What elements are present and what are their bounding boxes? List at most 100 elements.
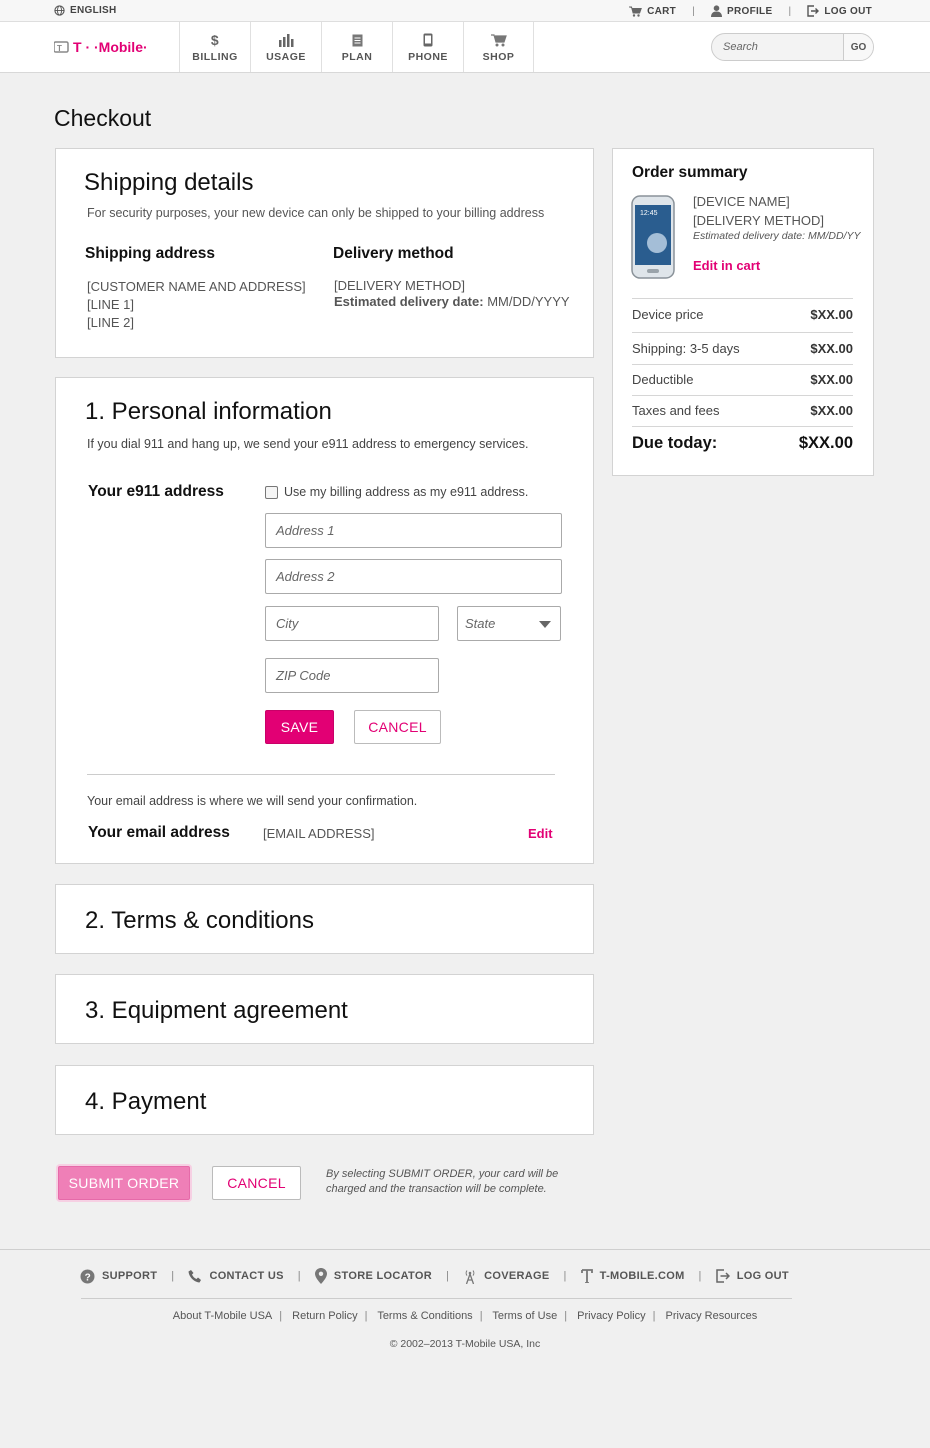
equipment-title: 3. Equipment agreement <box>85 997 348 1024</box>
estimated-delivery-value: MM/DD/YYYY <box>487 294 570 309</box>
address-line: [LINE 2] <box>87 315 134 330</box>
payment-title: 4. Payment <box>85 1088 207 1115</box>
cart-label: CART <box>647 5 677 17</box>
zip-input[interactable]: ZIP Code <box>265 658 439 693</box>
legal-link-return-policy[interactable]: Return Policy <box>292 1310 357 1322</box>
chevron-down-icon <box>539 621 551 628</box>
edit-email-link[interactable]: Edit <box>528 826 553 841</box>
separator: | <box>564 1310 568 1322</box>
profile-label: PROFILE <box>727 5 773 17</box>
shipping-address-heading: Shipping address <box>85 245 216 262</box>
use-billing-checkbox[interactable] <box>265 485 278 499</box>
telephone-icon <box>188 1270 202 1283</box>
summary-row-label: Deductible <box>632 372 694 387</box>
separator: | <box>364 1310 368 1322</box>
tmobile-t-icon <box>580 1269 593 1283</box>
address-line: [LINE 1] <box>87 297 134 312</box>
separator: | <box>171 1270 175 1282</box>
summary-row-amount: $XX.00 <box>810 372 853 387</box>
separator: | <box>698 1270 702 1282</box>
separator: | <box>652 1310 656 1322</box>
legal-link-terms-of-use[interactable]: Terms of Use <box>492 1310 557 1322</box>
summary-estimated-delivery: Estimated delivery date: MM/DD/YY <box>693 230 861 242</box>
address1-input[interactable]: Address 1 <box>265 513 562 548</box>
nav-shop[interactable]: SHOP <box>463 22 534 72</box>
nav-usage-label: USAGE <box>266 51 306 63</box>
nav-billing-label: BILLING <box>192 51 238 63</box>
summary-row: Shipping: 3-5 days $XX.00 <box>632 341 853 356</box>
cart-icon <box>629 6 643 17</box>
document-icon <box>352 32 363 48</box>
summary-row-label: Shipping: 3-5 days <box>632 341 740 356</box>
cancel-e911-button[interactable]: CANCEL <box>354 710 441 744</box>
footer-store-locator-link[interactable]: STORE LOCATOR <box>314 1268 432 1284</box>
svg-text:T · ·Mobile·: T · ·Mobile· <box>73 39 148 55</box>
nav-plan[interactable]: PLAN <box>321 22 392 72</box>
legal-link-about[interactable]: About T-Mobile USA <box>173 1310 272 1322</box>
equipment-section[interactable]: 3. Equipment agreement <box>55 974 594 1044</box>
nav-usage[interactable]: USAGE <box>250 22 321 72</box>
footer-logout-link[interactable]: LOG OUT <box>715 1269 789 1283</box>
legal-link-privacy-policy[interactable]: Privacy Policy <box>577 1310 645 1322</box>
shipping-address-value: [CUSTOMER NAME AND ADDRESS] [LINE 1] [LI… <box>87 278 306 332</box>
personal-info-title: 1. Personal information <box>85 398 332 425</box>
dollar-icon: $ <box>210 32 220 48</box>
footer-contact-link[interactable]: CONTACT US <box>188 1269 283 1283</box>
state-placeholder: State <box>465 616 496 631</box>
address2-input[interactable]: Address 2 <box>265 559 562 594</box>
main-header: T T · ·Mobile· $ BILLING USAGE PLAN PHON… <box>0 22 930 73</box>
separator: | <box>788 5 792 17</box>
search-box: GO <box>711 33 874 61</box>
city-placeholder: City <box>276 616 299 631</box>
svg-text:T: T <box>57 44 62 53</box>
personal-info-card: 1. Personal information If you dial 911 … <box>55 377 594 864</box>
divider <box>81 1298 792 1299</box>
tmobile-logo[interactable]: T T · ·Mobile· <box>54 39 154 55</box>
copyright: © 2002–2013 T-Mobile USA, Inc <box>389 1338 541 1350</box>
legal-link-privacy-resources[interactable]: Privacy Resources <box>666 1310 758 1322</box>
personal-info-subtitle: If you dial 911 and hang up, we send you… <box>87 437 529 451</box>
save-button[interactable]: SAVE <box>265 710 334 744</box>
use-billing-row: Use my billing address as my e911 addres… <box>265 485 528 499</box>
language-label: ENGLISH <box>70 5 117 16</box>
edit-in-cart-link[interactable]: Edit in cart <box>693 258 760 273</box>
footer-tmobile-link[interactable]: T-MOBILE.COM <box>580 1269 685 1283</box>
footer-support-link[interactable]: ? SUPPORT <box>80 1269 157 1284</box>
summary-delivery-method: [DELIVERY METHOD] <box>693 213 824 228</box>
nav-phone[interactable]: PHONE <box>392 22 463 72</box>
total-amount: $XX.00 <box>798 434 853 452</box>
estimated-delivery-label: Estimated delivery date: <box>334 294 484 309</box>
footer-coverage-link[interactable]: COVERAGE <box>463 1268 549 1284</box>
search-input[interactable] <box>712 34 843 60</box>
address2-placeholder: Address 2 <box>276 569 335 584</box>
terms-section[interactable]: 2. Terms & conditions <box>55 884 594 954</box>
submit-order-button[interactable]: SUBMIT ORDER <box>58 1166 190 1200</box>
use-billing-label[interactable]: Use my billing address as my e911 addres… <box>284 485 528 499</box>
cancel-order-button[interactable]: CANCEL <box>212 1166 301 1200</box>
cart-link[interactable]: CART <box>629 6 676 17</box>
total-label: Due today: <box>632 434 718 452</box>
logout-label: LOG OUT <box>824 5 872 17</box>
legal-link-terms-conditions[interactable]: Terms & Conditions <box>377 1310 472 1322</box>
nav-billing[interactable]: $ BILLING <box>179 22 250 72</box>
search-go-button[interactable]: GO <box>843 34 873 60</box>
divider <box>632 298 853 299</box>
email-value: [EMAIL ADDRESS] <box>263 826 375 841</box>
city-input[interactable]: City <box>265 606 439 641</box>
terms-title: 2. Terms & conditions <box>85 907 314 934</box>
globe-icon <box>54 5 65 16</box>
order-summary-card: Order summary 12:45 [DEVICE NAME] [DELIV… <box>612 148 874 476</box>
state-select[interactable]: State <box>457 606 561 641</box>
language-selector[interactable]: ENGLISH <box>54 5 117 16</box>
payment-section[interactable]: 4. Payment <box>55 1065 594 1135</box>
delivery-method-heading: Delivery method <box>333 245 454 262</box>
footer-links: ? SUPPORT | CONTACT US | STORE LOCATOR |… <box>80 1268 789 1284</box>
address-line: [CUSTOMER NAME AND ADDRESS] <box>87 279 306 294</box>
profile-link[interactable]: PROFILE <box>711 5 772 17</box>
divider <box>632 395 853 396</box>
divider <box>632 426 853 427</box>
address1-placeholder: Address 1 <box>276 523 335 538</box>
divider <box>87 774 555 775</box>
footer-link-label: CONTACT US <box>209 1270 284 1282</box>
logout-link[interactable]: LOG OUT <box>807 5 872 17</box>
